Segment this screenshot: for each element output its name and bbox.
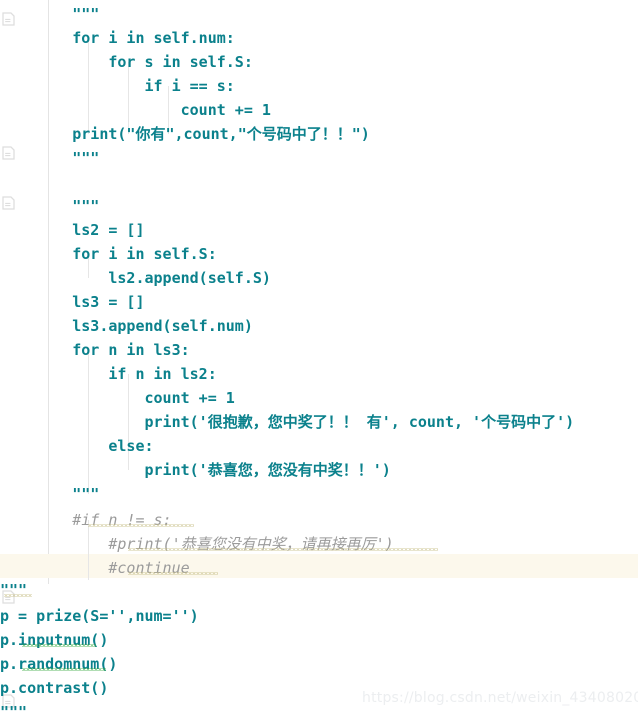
code-comment-line[interactable]: #print('恭喜您没有中奖，请再接再厉') xyxy=(0,532,393,556)
code-line[interactable]: p = prize(S='',num='') xyxy=(0,604,199,628)
code-line[interactable]: """ xyxy=(0,194,99,218)
code-line[interactable]: count += 1 xyxy=(0,386,234,410)
spellcheck-squiggle xyxy=(22,668,106,671)
code-line[interactable]: for n in ls3: xyxy=(0,338,189,362)
spellcheck-squiggle xyxy=(22,644,96,647)
code-line[interactable]: ls2.append(self.S) xyxy=(0,266,271,290)
code-line[interactable]: p.inputnum() xyxy=(0,628,108,652)
code-line[interactable]: else: xyxy=(0,434,153,458)
code-line[interactable]: """ xyxy=(0,700,27,724)
code-line[interactable]: for i in self.S: xyxy=(0,242,217,266)
watermark-url: https://blog.csdn.net/weixin_43408020 xyxy=(362,690,638,706)
code-line[interactable]: """ xyxy=(0,578,27,602)
code-surface[interactable]: """ for i in self.num: for s in self.S: … xyxy=(0,0,638,721)
code-line[interactable]: print('恭喜您，您没有中奖！！') xyxy=(0,458,390,482)
code-line[interactable]: """ xyxy=(0,146,99,170)
code-editor[interactable]: """ for i in self.num: for s in self.S: … xyxy=(0,0,638,721)
code-line[interactable]: ls3.append(self.num) xyxy=(0,314,253,338)
inspection-squiggle xyxy=(128,572,218,575)
code-comment-line[interactable]: #continue xyxy=(0,556,189,580)
code-line[interactable]: ls3 = [] xyxy=(0,290,144,314)
code-line[interactable]: p.contrast() xyxy=(0,676,108,700)
code-line[interactable]: ls2 = [] xyxy=(0,218,144,242)
code-line[interactable]: for i in self.num: xyxy=(0,26,235,50)
inspection-squiggle xyxy=(128,548,438,551)
inspection-squiggle xyxy=(88,524,194,527)
inspection-squiggle xyxy=(4,594,32,597)
code-line[interactable]: print('很抱歉，您中奖了！！ 有', count, '个号码中了') xyxy=(0,410,574,434)
code-line[interactable]: for s in self.S: xyxy=(0,50,253,74)
code-comment-line[interactable]: #if n != s: xyxy=(0,508,171,532)
code-line[interactable]: p.randomnum() xyxy=(0,652,117,676)
code-line[interactable]: """ xyxy=(0,482,99,506)
code-line[interactable]: if n in ls2: xyxy=(0,362,216,386)
code-line[interactable]: count += 1 xyxy=(0,98,271,122)
code-line[interactable]: if i == s: xyxy=(0,74,234,98)
code-line[interactable]: """ xyxy=(0,2,99,26)
code-line[interactable]: print("你有",count,"个号码中了！！") xyxy=(0,122,370,146)
